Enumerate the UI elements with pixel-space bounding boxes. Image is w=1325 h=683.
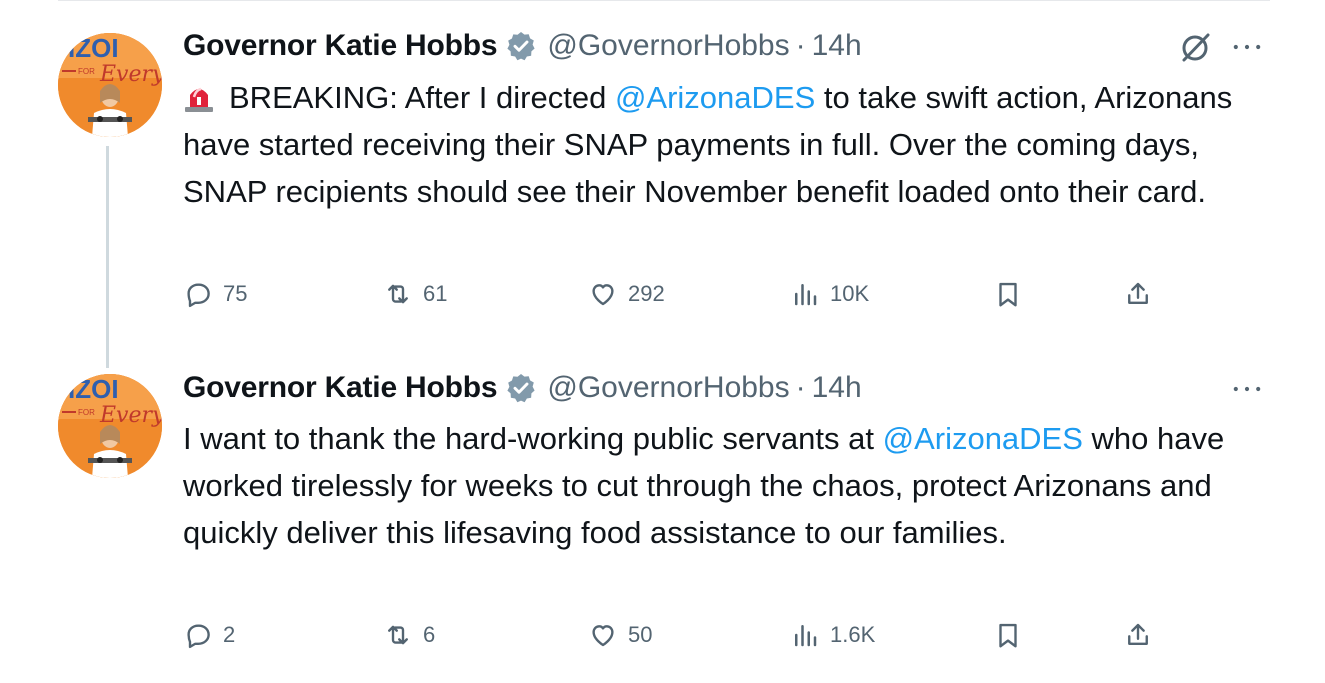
avatar-every-text: Every (99, 403, 162, 428)
avatar-image: IZOI FOR Every (58, 374, 162, 478)
like-count: 50 (628, 622, 653, 647)
avatar-sign-text: IZOI (68, 33, 119, 63)
tweet-actions: 75 61 292 10K (183, 274, 1183, 314)
reply-count: 2 (223, 622, 236, 647)
repost-count: 61 (423, 281, 448, 306)
views-button[interactable]: 10K (790, 274, 869, 314)
author-name[interactable]: Governor Katie Hobbs (183, 371, 498, 405)
views-count: 1.6K (830, 622, 876, 647)
tweet-text: BREAKING: After I directed @ArizonaDES t… (183, 74, 1273, 215)
heart-icon (592, 625, 614, 647)
reply-icon (187, 624, 210, 649)
like-count: 292 (628, 281, 665, 306)
bookmark-icon (999, 623, 1017, 648)
share-button[interactable] (1123, 274, 1153, 314)
reply-button[interactable]: 75 (183, 274, 247, 314)
repost-button[interactable]: 61 (383, 274, 447, 314)
verified-badge-icon (505, 372, 537, 404)
views-button[interactable]: 1.6K (790, 615, 875, 655)
top-divider (58, 0, 1270, 1)
bookmark-icon (999, 282, 1017, 307)
more-options-icon[interactable] (1227, 374, 1267, 404)
views-icon (795, 625, 817, 647)
tweet-header: Governor Katie Hobbs @GovernorHobbs · 14… (183, 26, 862, 66)
views-count: 10K (830, 281, 870, 306)
author-handle[interactable]: @GovernorHobbs (547, 371, 789, 405)
tweet-text-prefix: BREAKING: After I directed (229, 80, 615, 115)
mention-link[interactable]: @ArizonaDES (883, 421, 1083, 456)
avatar-every-text: Every (99, 62, 162, 87)
reply-icon (187, 283, 210, 308)
author-name[interactable]: Governor Katie Hobbs (183, 29, 498, 63)
avatar-sign-text: IZOI (68, 374, 119, 404)
avatar-for-text: FOR (78, 408, 95, 417)
separator-dot: · (795, 371, 806, 404)
timestamp[interactable]: 14h (812, 371, 862, 405)
tweet-actions: 2 6 50 1.6K (183, 615, 1183, 655)
separator-dot: · (795, 29, 806, 62)
tweet-header: Governor Katie Hobbs @GovernorHobbs · 14… (183, 368, 862, 408)
timestamp[interactable]: 14h (812, 29, 862, 63)
mention-link[interactable]: @ArizonaDES (615, 80, 815, 115)
like-button[interactable]: 292 (588, 274, 665, 314)
avatar[interactable]: IZOI FOR Every (58, 374, 162, 478)
repost-icon (388, 284, 408, 304)
siren-icon (183, 79, 215, 112)
repost-icon (388, 625, 408, 645)
repost-button[interactable]: 6 (383, 615, 435, 655)
thread-connector-line (106, 146, 109, 368)
tweet-text: I want to thank the hard-working public … (183, 415, 1273, 556)
repost-count: 6 (423, 622, 436, 647)
reply-count: 75 (223, 281, 248, 306)
like-button[interactable]: 50 (588, 615, 652, 655)
share-button[interactable] (1123, 615, 1153, 655)
reply-button[interactable]: 2 (183, 615, 235, 655)
avatar[interactable]: IZOI FOR Every (58, 33, 162, 137)
verified-badge-icon (505, 30, 537, 62)
bookmark-button[interactable] (993, 274, 1023, 314)
author-handle[interactable]: @GovernorHobbs (547, 29, 789, 63)
views-icon (795, 284, 817, 306)
heart-icon (592, 284, 614, 306)
more-options-icon[interactable] (1227, 32, 1267, 62)
share-icon (1128, 282, 1148, 304)
tweet-text-prefix: I want to thank the hard-working public … (183, 421, 883, 456)
bookmark-button[interactable] (993, 615, 1023, 655)
grok-icon[interactable] (1177, 30, 1213, 66)
avatar-for-text: FOR (78, 67, 95, 76)
share-icon (1128, 623, 1148, 645)
avatar-image: IZOI FOR Every (58, 33, 162, 137)
